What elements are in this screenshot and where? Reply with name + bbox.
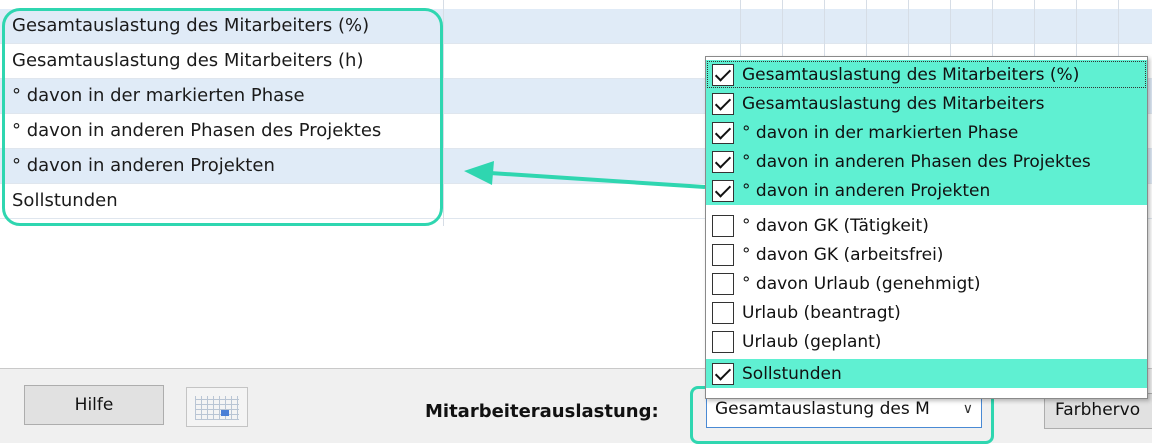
calendar-icon[interactable] xyxy=(186,387,248,427)
annotation-highlight-box xyxy=(2,8,443,226)
dropdown-option[interactable]: Urlaub (geplant) xyxy=(706,327,1147,356)
dropdown-option-label: ° davon in anderen Phasen des Projektes xyxy=(742,151,1091,172)
dropdown-option[interactable]: ° davon in der markierten Phase xyxy=(706,118,1147,147)
workload-label: Mitarbeiterauslastung: xyxy=(425,401,659,422)
checkbox-checked-icon[interactable] xyxy=(712,92,734,115)
dropdown-option-label: Gesamtauslastung des Mitarbeiters (%) xyxy=(742,64,1080,85)
help-button[interactable]: Hilfe xyxy=(24,385,164,425)
checkbox-checked-icon[interactable] xyxy=(712,362,734,385)
dropdown-option-label: Gesamtauslastung des Mitarbeiters xyxy=(742,93,1045,114)
calendar-marker xyxy=(221,410,229,416)
checkbox-unchecked-icon[interactable] xyxy=(712,301,734,324)
grid-divider xyxy=(443,0,444,226)
dropdown-option-label: ° davon Urlaub (genehmigt) xyxy=(742,273,981,294)
annotation-arrow-icon xyxy=(464,161,706,189)
checkbox-checked-icon[interactable] xyxy=(712,121,734,144)
dropdown-option[interactable]: ° davon GK (arbeitsfrei) xyxy=(706,240,1147,269)
dropdown-option-label: ° davon in der markierten Phase xyxy=(742,122,1019,143)
dropdown-option-label: ° davon GK (arbeitsfrei) xyxy=(742,244,944,265)
dropdown-option-label: Urlaub (beantragt) xyxy=(742,302,901,323)
workload-dropdown-list: Gesamtauslastung des Mitarbeiters (%) Ge… xyxy=(705,56,1148,399)
checkbox-unchecked-icon[interactable] xyxy=(712,330,734,353)
dropdown-option[interactable]: Gesamtauslastung des Mitarbeiters xyxy=(706,89,1147,118)
dropdown-option-label: Urlaub (geplant) xyxy=(742,331,882,352)
chevron-down-icon: ∨ xyxy=(962,401,973,417)
checkbox-unchecked-icon[interactable] xyxy=(712,243,734,266)
dropdown-option-label: ° davon GK (Tätigkeit) xyxy=(742,215,929,236)
dropdown-option[interactable]: Gesamtauslastung des Mitarbeiters (%) xyxy=(706,60,1147,89)
dropdown-option[interactable]: ° davon Urlaub (genehmigt) xyxy=(706,269,1147,298)
dropdown-option-label: ° davon in anderen Projekten xyxy=(742,180,991,201)
dropdown-option[interactable]: ° davon in anderen Projekten xyxy=(706,176,1147,205)
checkbox-unchecked-icon[interactable] xyxy=(712,272,734,295)
workload-select-value: Gesamtauslastung des M xyxy=(715,399,930,419)
dropdown-option[interactable]: ° davon GK (Tätigkeit) xyxy=(706,211,1147,240)
checkbox-unchecked-icon[interactable] xyxy=(712,214,734,237)
calendar-grid xyxy=(195,396,239,420)
checkbox-checked-icon[interactable] xyxy=(712,63,734,86)
dropdown-option[interactable]: Urlaub (beantragt) xyxy=(706,298,1147,327)
dropdown-option[interactable]: ° davon in anderen Phasen des Projektes xyxy=(706,147,1147,176)
dropdown-option[interactable]: Sollstunden xyxy=(706,359,1147,388)
checkbox-checked-icon[interactable] xyxy=(712,150,734,173)
dropdown-option-label: Sollstunden xyxy=(742,363,842,384)
checkbox-checked-icon[interactable] xyxy=(712,179,734,202)
